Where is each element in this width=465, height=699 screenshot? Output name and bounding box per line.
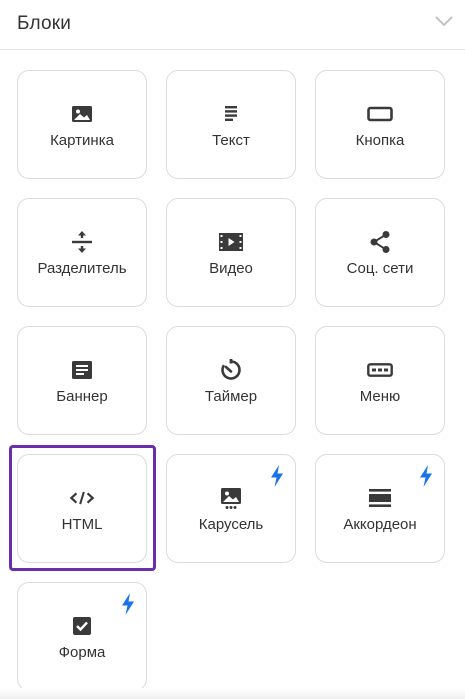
block-tile-carousel[interactable]: Карусель [166,454,296,563]
block-tile-menu[interactable]: Меню [315,326,445,435]
menu-icon [367,357,393,383]
lightning-icon [420,465,432,487]
carousel-icon [218,485,244,511]
block-label: Карусель [198,516,264,533]
block-tile-divider[interactable]: Разделитель [17,198,147,307]
block-label: HTML [61,516,103,533]
block-tile-video[interactable]: Видео [166,198,296,307]
divider-icon [69,229,95,255]
block-label: Таймер [204,388,258,405]
block-tile-social[interactable]: Соц. сети [315,198,445,307]
block-tile-text[interactable]: Текст [166,70,296,179]
chevron-down-icon[interactable] [434,14,454,28]
button-icon [367,101,393,127]
block-label: Соц. сети [346,260,414,277]
code-icon [69,485,95,511]
block-tile-banner[interactable]: Баннер [17,326,147,435]
timer-icon [218,357,244,383]
banner-icon [69,357,95,383]
block-tile-form[interactable]: Форма [17,582,147,691]
panel-header[interactable]: Блоки [0,0,465,50]
lightning-icon [271,465,283,487]
block-label: Аккордеон [343,516,417,533]
checkbox-icon [69,613,95,639]
block-tile-timer[interactable]: Таймер [166,326,296,435]
block-tile-button[interactable]: Кнопка [315,70,445,179]
blocks-panel: Блоки Картинка Текст Кнопка Разделитель [0,0,465,699]
block-label: Кнопка [355,132,405,149]
block-label: Баннер [56,388,108,405]
block-label: Текст [212,132,250,149]
block-label: Разделитель [37,260,127,277]
share-icon [367,229,393,255]
block-label: Меню [359,388,401,405]
block-label: Видео [209,260,253,277]
image-icon [69,101,95,127]
text-icon [218,101,244,127]
lightning-icon [122,593,134,615]
block-label: Картинка [50,132,114,149]
accordion-icon [367,485,393,511]
block-tile-image[interactable]: Картинка [17,70,147,179]
block-tile-accordion[interactable]: Аккордеон [315,454,445,563]
video-icon [218,229,244,255]
block-label: Форма [58,644,106,661]
block-tile-html[interactable]: HTML [17,454,147,563]
bottom-shadow [0,688,465,699]
panel-title: Блоки [17,13,72,34]
